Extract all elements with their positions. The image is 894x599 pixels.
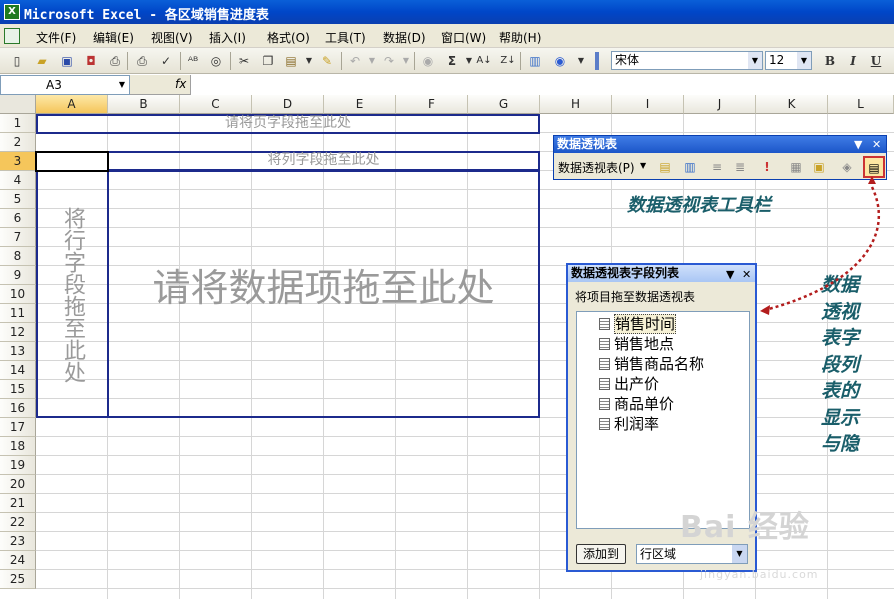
watermark-logo: Bai 经验: [680, 510, 810, 545]
watermark-url: jingyan.baidu.com: [700, 568, 819, 581]
